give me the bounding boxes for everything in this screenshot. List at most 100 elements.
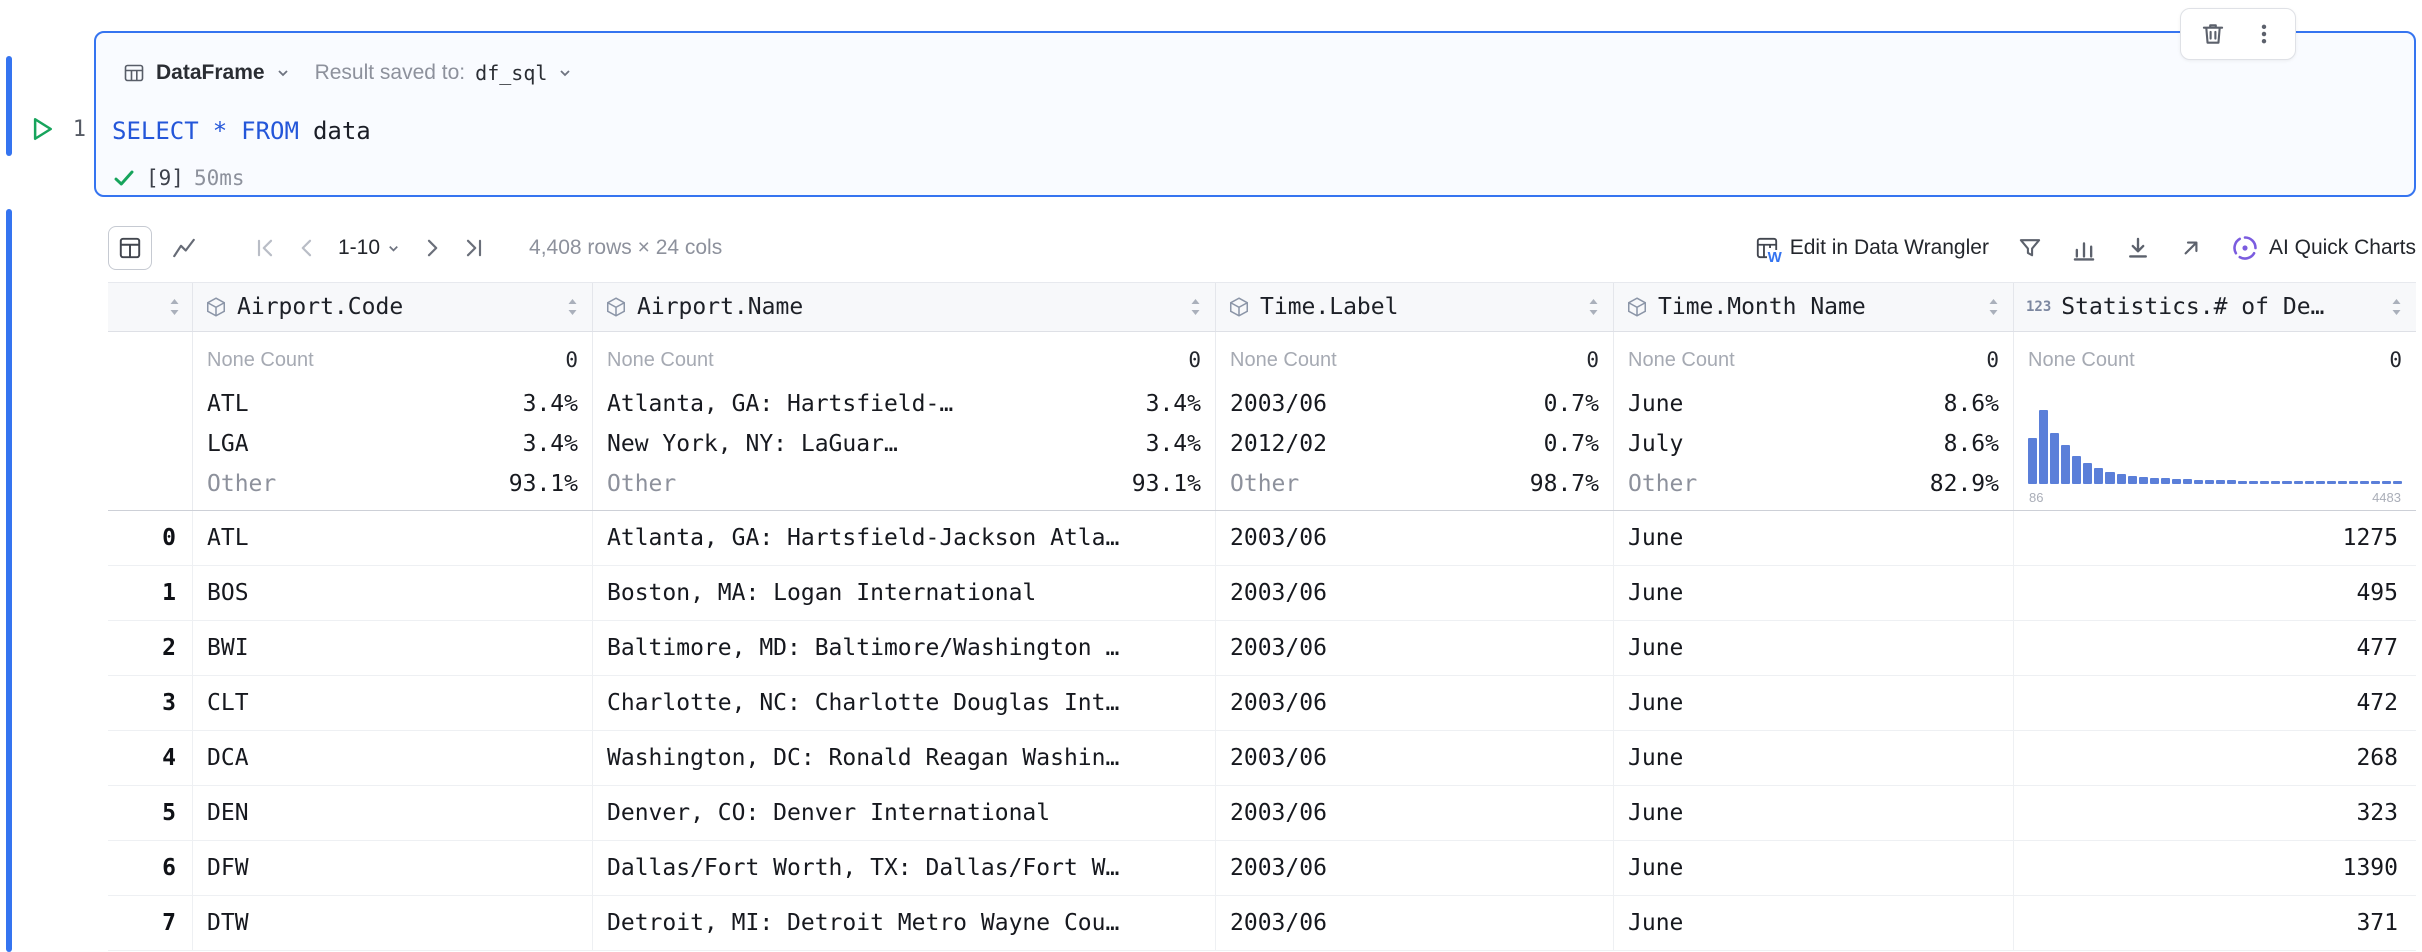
chevron-down-icon[interactable] (275, 65, 291, 81)
chart-view-toggle[interactable] (162, 226, 206, 270)
cell-statistics-value[interactable]: 1275 (2014, 511, 2416, 565)
sql-cell[interactable]: DataFrame Result saved to: df_sql SELECT… (94, 31, 2416, 197)
open-in-new-button[interactable] (2179, 236, 2203, 260)
next-page-button[interactable] (413, 229, 451, 267)
cell-statistics-value[interactable]: 472 (2014, 676, 2416, 730)
edit-in-data-wrangler-button[interactable]: W Edit in Data Wrangler (1754, 235, 1989, 261)
table-row[interactable]: 7 DTW Detroit, MI: Detroit Metro Wayne C… (108, 896, 2416, 951)
row-index-cell[interactable]: 6 (108, 841, 193, 895)
cell-airport-code[interactable]: BOS (193, 566, 593, 620)
cell-airport-code[interactable]: DCA (193, 731, 593, 785)
cell-airport-name[interactable]: Atlanta, GA: Hartsfield-Jackson Atla… (593, 511, 1216, 565)
cell-airport-name[interactable]: Charlotte, NC: Charlotte Douglas Int… (593, 676, 1216, 730)
cell-time-label[interactable]: 2003/06 (1216, 676, 1614, 730)
histogram-bar (2050, 433, 2059, 484)
row-index-cell[interactable]: 0 (108, 511, 193, 565)
row-index-cell[interactable]: 7 (108, 896, 193, 950)
cell-airport-name[interactable]: Washington, DC: Ronald Reagan Washin… (593, 731, 1216, 785)
cell-time-label[interactable]: 2003/06 (1216, 731, 1614, 785)
cell-airport-name[interactable]: Boston, MA: Logan International (593, 566, 1216, 620)
cell-time-label[interactable]: 2003/06 (1216, 511, 1614, 565)
cell-airport-code[interactable]: CLT (193, 676, 593, 730)
histogram-bar (2028, 438, 2037, 484)
cell-time-month[interactable]: June (1614, 566, 2014, 620)
cell-menu-button[interactable] (2251, 21, 2277, 47)
sort-icon[interactable] (167, 295, 182, 319)
previous-page-button[interactable] (288, 229, 326, 267)
cell-airport-code[interactable]: DFW (193, 841, 593, 895)
object-type-icon (205, 296, 227, 318)
table-row[interactable]: 4 DCA Washington, DC: Ronald Reagan Wash… (108, 731, 2416, 786)
cell-statistics-value[interactable]: 1390 (2014, 841, 2416, 895)
cell-time-month[interactable]: June (1614, 896, 2014, 950)
histogram-min-label: 86 (2029, 490, 2043, 505)
column-header-time-month-name[interactable]: Time.Month Name (1614, 283, 2014, 331)
cell-airport-code[interactable]: BWI (193, 621, 593, 675)
cell-time-month[interactable]: June (1614, 676, 2014, 730)
sort-icon[interactable] (565, 295, 580, 319)
histogram-bar (2227, 480, 2236, 484)
cell-airport-name[interactable]: Dallas/Fort Worth, TX: Dallas/Fort W… (593, 841, 1216, 895)
histogram-bar (2271, 481, 2280, 484)
row-index-cell[interactable]: 4 (108, 731, 193, 785)
cell-time-label[interactable]: 2003/06 (1216, 566, 1614, 620)
cell-time-label[interactable]: 2003/06 (1216, 786, 1614, 840)
cell-airport-code[interactable]: DTW (193, 896, 593, 950)
delete-cell-button[interactable] (2199, 20, 2227, 48)
chevron-down-icon[interactable] (557, 65, 573, 81)
row-index-cell[interactable]: 2 (108, 621, 193, 675)
cell-airport-code[interactable]: DEN (193, 786, 593, 840)
cell-statistics-value[interactable]: 371 (2014, 896, 2416, 950)
last-page-button[interactable] (455, 229, 493, 267)
stat-value-pct: 98.7% (1530, 471, 1599, 497)
cell-statistics-value[interactable]: 268 (2014, 731, 2416, 785)
table-row[interactable]: 0 ATL Atlanta, GA: Hartsfield-Jackson At… (108, 511, 2416, 566)
sort-icon[interactable] (1586, 295, 1601, 319)
cell-airport-name[interactable]: Baltimore, MD: Baltimore/Washington … (593, 621, 1216, 675)
cell-statistics-value[interactable]: 477 (2014, 621, 2416, 675)
row-index-cell[interactable]: 1 (108, 566, 193, 620)
cell-statistics-value[interactable]: 323 (2014, 786, 2416, 840)
column-header-time-label[interactable]: Time.Label (1216, 283, 1614, 331)
cell-time-label[interactable]: 2003/06 (1216, 841, 1614, 895)
filter-button[interactable] (2017, 235, 2043, 261)
cell-airport-name[interactable]: Denver, CO: Denver International (593, 786, 1216, 840)
page-range-dropdown[interactable]: 1-10 (338, 236, 401, 260)
histogram-bar (2161, 478, 2170, 484)
index-column-header[interactable] (108, 283, 193, 331)
result-variable[interactable]: df_sql (475, 61, 547, 85)
table-row[interactable]: 1 BOS Boston, MA: Logan International 20… (108, 566, 2416, 621)
sql-code-editor[interactable]: SELECT * FROM data (112, 115, 371, 147)
cell-time-label[interactable]: 2003/06 (1216, 621, 1614, 675)
download-button[interactable] (2125, 235, 2151, 261)
sort-icon[interactable] (1188, 295, 1203, 319)
table-view-toggle[interactable] (108, 226, 152, 270)
table-row[interactable]: 3 CLT Charlotte, NC: Charlotte Douglas I… (108, 676, 2416, 731)
cell-time-month[interactable]: June (1614, 731, 2014, 785)
first-page-button[interactable] (246, 229, 284, 267)
cell-airport-name[interactable]: Detroit, MI: Detroit Metro Wayne Cou… (593, 896, 1216, 950)
kebab-menu-icon (2251, 21, 2277, 47)
rows-cols-summary: 4,408 rows × 24 cols (529, 236, 722, 260)
column-stats-button[interactable] (2071, 235, 2097, 261)
cell-time-label[interactable]: 2003/06 (1216, 896, 1614, 950)
cell-airport-code[interactable]: ATL (193, 511, 593, 565)
object-type-icon (1626, 296, 1648, 318)
table-row[interactable]: 5 DEN Denver, CO: Denver International 2… (108, 786, 2416, 841)
sort-icon[interactable] (1986, 295, 2001, 319)
column-header-airport-code[interactable]: Airport.Code (193, 283, 593, 331)
column-header-statistics[interactable]: 123 Statistics.# of De… (2014, 283, 2416, 331)
row-index-cell[interactable]: 3 (108, 676, 193, 730)
cell-time-month[interactable]: June (1614, 511, 2014, 565)
cell-statistics-value[interactable]: 495 (2014, 566, 2416, 620)
row-index-cell[interactable]: 5 (108, 786, 193, 840)
ai-quick-charts-button[interactable]: AI Quick Charts (2231, 234, 2416, 262)
cell-time-month[interactable]: June (1614, 841, 2014, 895)
cell-type-selector[interactable]: DataFrame (156, 61, 265, 85)
column-header-airport-name[interactable]: Airport.Name (593, 283, 1216, 331)
cell-time-month[interactable]: June (1614, 786, 2014, 840)
table-row[interactable]: 2 BWI Baltimore, MD: Baltimore/Washingto… (108, 621, 2416, 676)
table-row[interactable]: 6 DFW Dallas/Fort Worth, TX: Dallas/Fort… (108, 841, 2416, 896)
sort-icon[interactable] (2389, 295, 2404, 319)
cell-time-month[interactable]: June (1614, 621, 2014, 675)
